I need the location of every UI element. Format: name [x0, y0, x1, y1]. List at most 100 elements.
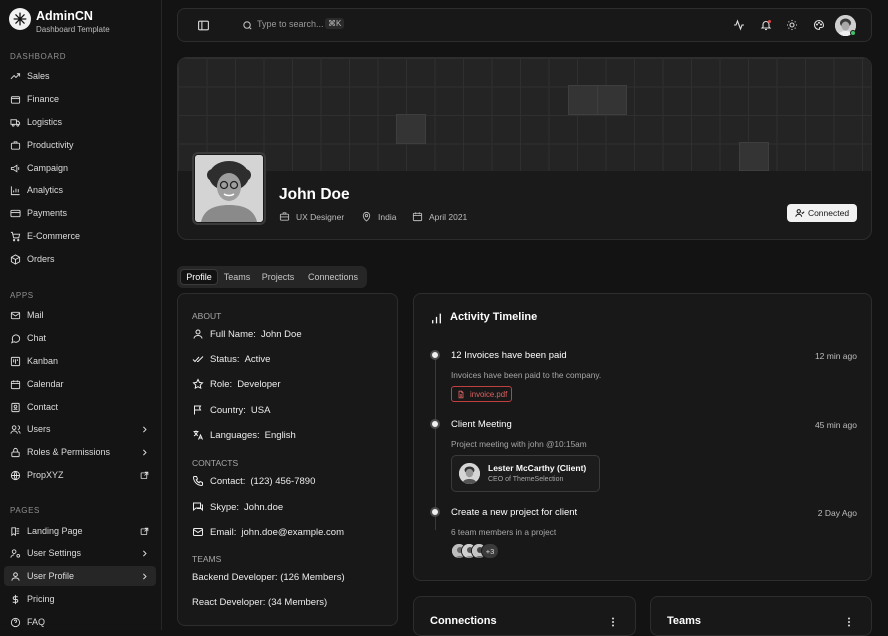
- sidebar-toggle-icon[interactable]: [196, 18, 210, 32]
- sidebar-item-analytics[interactable]: Analytics: [4, 180, 156, 200]
- lock-icon: [10, 447, 21, 458]
- contact-icon: [10, 402, 21, 413]
- palette-icon[interactable]: [812, 18, 826, 32]
- credit-card-icon: [10, 208, 21, 219]
- sidebar-item-mail[interactable]: Mail: [4, 305, 156, 325]
- briefcase-icon: [279, 211, 290, 222]
- sidebar-item-finance[interactable]: Finance: [4, 89, 156, 109]
- row-value[interactable]: john.doe@example.com: [241, 527, 344, 538]
- tab-teams[interactable]: Teams: [219, 269, 255, 285]
- help-icon: [10, 617, 21, 628]
- sidebar-item-payments[interactable]: Payments: [4, 203, 156, 223]
- banner-tile: [597, 85, 627, 115]
- contact-skype: Skype: John.doe: [192, 500, 283, 514]
- about-role: Role: Developer: [192, 377, 281, 391]
- user-cog-icon: [10, 548, 21, 559]
- more-members-badge[interactable]: +3: [481, 543, 499, 559]
- user-check-icon: [795, 208, 805, 218]
- profile-photo[interactable]: [195, 155, 263, 222]
- message-icon: [192, 501, 204, 513]
- profile-location: India: [361, 211, 396, 222]
- sidebar-item-kanban[interactable]: Kanban: [4, 351, 156, 371]
- sidebar-item-label: Orders: [27, 254, 55, 264]
- client-card[interactable]: Lester McCarthy (Client) CEO of ThemeSel…: [451, 455, 600, 492]
- sidebar-item-calendar[interactable]: Calendar: [4, 374, 156, 394]
- banner-tile: [396, 114, 426, 144]
- bell-icon[interactable]: [759, 18, 773, 32]
- chevron-right-icon: [139, 571, 149, 581]
- tab-connections[interactable]: Connections: [302, 269, 364, 285]
- row-value: Developer: [237, 378, 281, 390]
- external-link-icon: [139, 470, 149, 480]
- sidebar-item-chat[interactable]: Chat: [4, 328, 156, 348]
- more-vertical-icon[interactable]: [611, 617, 615, 627]
- attachment-name: invoice.pdf: [470, 389, 508, 399]
- sidebar-item-user-settings[interactable]: User Settings: [4, 543, 156, 563]
- sidebar-item-label: Chat: [27, 333, 47, 343]
- sidebar-item-label: Mail: [27, 310, 44, 320]
- sun-icon[interactable]: [785, 18, 799, 32]
- event-time: 2 Day Ago: [817, 508, 857, 518]
- package-icon: [10, 253, 21, 265]
- profile-location-text: India: [378, 211, 397, 222]
- sidebar-item-sales[interactable]: Sales: [4, 66, 156, 86]
- sidebar-item-roles-permissions[interactable]: Roles & Permissions: [4, 442, 156, 462]
- event-desc: Project meeting with john @10:15am: [451, 439, 587, 449]
- megaphone-icon: [10, 163, 21, 174]
- sidebar-item-users[interactable]: Users: [4, 419, 156, 439]
- sidebar-item-orders[interactable]: Orders: [4, 249, 156, 269]
- sidebar-item-ecommerce[interactable]: E-Commerce: [4, 226, 156, 246]
- chevron-right-icon: [139, 548, 149, 558]
- calendar-icon: [10, 379, 21, 390]
- tab-projects[interactable]: Projects: [257, 269, 299, 285]
- tab-profile[interactable]: Profile: [180, 269, 218, 285]
- about-label: ABOUT: [192, 311, 222, 321]
- row-value[interactable]: (123) 456-7890: [250, 476, 315, 487]
- dollar-icon: [10, 594, 21, 605]
- banner-tile: [739, 142, 769, 171]
- team-count: (34 Members): [268, 597, 328, 608]
- section-dashboard-title: DASHBOARD: [10, 52, 67, 61]
- section-apps-title: APPS: [10, 291, 34, 300]
- briefcase-icon: [10, 140, 21, 151]
- search-input[interactable]: Type to search...: [257, 19, 324, 29]
- brand[interactable]: AdminCN Dashboard Template: [9, 8, 110, 34]
- invoice-attachment[interactable]: invoice.pdf: [451, 386, 512, 402]
- row-key: Contact:: [210, 475, 246, 487]
- sidebar-item-label: FAQ: [27, 617, 46, 627]
- timeline-dot: [430, 507, 440, 517]
- sidebar-item-contact[interactable]: Contact: [4, 397, 156, 417]
- sidebar-item-campaign[interactable]: Campaign: [4, 158, 156, 178]
- sidebar-item-faq[interactable]: FAQ: [4, 612, 156, 632]
- flag-icon: [192, 404, 204, 416]
- more-vertical-icon[interactable]: [847, 617, 851, 627]
- event-time: 45 min ago: [814, 420, 857, 430]
- sidebar-item-label: Roles & Permissions: [27, 447, 111, 457]
- about-languages: Languages: English: [192, 428, 296, 442]
- chevron-right-icon: [139, 424, 149, 434]
- profile-joined: April 2021: [412, 211, 467, 222]
- timeline-dot: [430, 419, 440, 429]
- search-icon[interactable]: [240, 18, 254, 32]
- external-link-icon: [139, 526, 149, 536]
- chevron-right-icon: [139, 447, 149, 457]
- contact-phone: Contact: (123) 456-7890: [192, 474, 315, 488]
- sidebar-item-logistics[interactable]: Logistics: [4, 112, 156, 132]
- about-full-name: Full Name: John Doe: [192, 327, 302, 341]
- sidebar-item-propxyz[interactable]: PropXYZ: [4, 465, 156, 485]
- sidebar-item-landing-page[interactable]: Landing Page: [4, 521, 156, 541]
- row-value[interactable]: John.doe: [244, 502, 283, 513]
- client-name: Lester McCarthy (Client): [488, 463, 587, 473]
- sidebar-item-productivity[interactable]: Productivity: [4, 135, 156, 155]
- activity-icon[interactable]: [732, 18, 746, 32]
- sidebar-item-user-profile[interactable]: User Profile: [4, 566, 156, 586]
- event-time: 12 min ago: [814, 351, 857, 361]
- connected-button[interactable]: Connected: [787, 204, 857, 222]
- team-name: Backend Developer:: [192, 572, 278, 583]
- sidebar-item-label: Landing Page: [27, 526, 83, 536]
- online-status-dot: [850, 30, 856, 36]
- row-key: Skype:: [210, 501, 240, 513]
- connections-title: Connections: [430, 615, 497, 627]
- sidebar-item-label: Sales: [27, 71, 50, 81]
- sidebar-item-pricing[interactable]: Pricing: [4, 589, 156, 609]
